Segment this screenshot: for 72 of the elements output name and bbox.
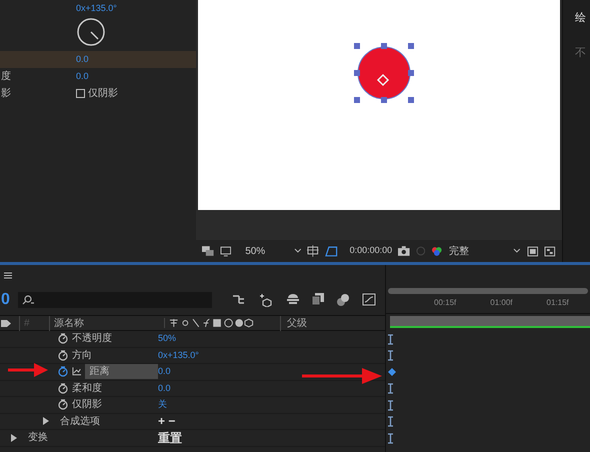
property-value[interactable]: 50%: [158, 332, 176, 346]
property-name[interactable]: 柔和度: [72, 380, 102, 396]
column-header: #: [19, 316, 49, 330]
zoom-dropdown[interactable]: 50%: [245, 244, 288, 258]
angle-dial[interactable]: [76, 17, 106, 47]
property-value[interactable]: + −: [158, 412, 176, 430]
layer-stack-icon[interactable]: [286, 293, 300, 305]
motion-blur-icon[interactable]: [336, 293, 350, 307]
caret-icon[interactable]: [294, 248, 302, 254]
property-value[interactable]: 0.0: [158, 382, 171, 395]
region-of-interest-icon[interactable]: [526, 246, 538, 256]
property-value[interactable]: 0x+135.0°: [158, 348, 199, 362]
i-beam-marker-icon: [388, 400, 393, 411]
property-value[interactable]: 0.0: [76, 52, 89, 66]
collapsed-triangle-icon[interactable]: [10, 434, 18, 442]
monitor-icon[interactable]: [220, 246, 232, 256]
panel-menu-icon[interactable]: [4, 272, 12, 278]
color-channels-icon[interactable]: [431, 245, 444, 257]
search-field[interactable]: [18, 292, 212, 308]
checkbox[interactable]: [76, 89, 85, 98]
stopwatch-icon[interactable]: [58, 382, 68, 394]
keyframe-icon[interactable]: [388, 368, 396, 376]
property-label: 影: [1, 88, 11, 99]
column-header: 源名称: [49, 316, 164, 330]
panel-title: 绘: [575, 11, 587, 26]
property-label: 度: [1, 71, 11, 82]
i-beam-marker-icon: [388, 383, 393, 394]
annotation-arrow: [8, 363, 48, 377]
property-name[interactable]: 不透明度: [72, 331, 112, 346]
collapsed-triangle-icon[interactable]: [42, 417, 50, 426]
property-value[interactable]: 重置: [158, 428, 182, 447]
property-value[interactable]: 0.0: [76, 70, 89, 84]
search-icon: [21, 295, 35, 305]
property-value[interactable]: 0.0: [158, 365, 171, 378]
mask-outline-icon[interactable]: [325, 245, 338, 257]
timecode[interactable]: 0: [0, 288, 12, 312]
cube-sparkle-icon[interactable]: [258, 293, 274, 307]
stopwatch-icon[interactable]: [58, 350, 68, 361]
flowchart-icon[interactable]: [232, 293, 246, 305]
checkbox-label: 仅阴影: [88, 87, 118, 101]
group-name[interactable]: 合成选项: [60, 414, 100, 429]
i-beam-marker-icon: [388, 334, 393, 345]
property-name[interactable]: 仅阴影: [72, 397, 102, 412]
always-preview-icon[interactable]: [202, 246, 214, 256]
caret-icon[interactable]: [513, 248, 521, 254]
stopwatch-icon[interactable]: [58, 366, 68, 378]
property-value[interactable]: 关: [158, 398, 167, 412]
panel-text: 不: [575, 46, 587, 60]
i-beam-marker-icon: [388, 350, 393, 362]
ruler-label: 01:00f: [490, 297, 512, 309]
ruler-label: 01:15f: [546, 297, 569, 309]
label-tag-icon: [1, 318, 11, 328]
grid-guides-icon[interactable]: [307, 245, 320, 257]
property-name[interactable]: 距离: [85, 364, 158, 380]
transparency-grid-icon[interactable]: [544, 246, 556, 256]
graph-icon[interactable]: [72, 367, 82, 376]
i-beam-marker-icon: [388, 432, 393, 444]
resolution-dropdown[interactable]: 完整: [449, 244, 508, 258]
timecode[interactable]: 0:00:00:00: [350, 244, 392, 258]
column-header: 父级: [280, 316, 307, 330]
group-name[interactable]: 变换: [28, 430, 48, 446]
frames-icon[interactable]: [312, 293, 324, 305]
ruler-label: 00:15f: [434, 297, 456, 309]
stopwatch-icon[interactable]: [58, 399, 68, 410]
camera-icon[interactable]: [398, 246, 410, 256]
property-row[interactable]: 0.0: [0, 51, 196, 68]
graph-editor-icon[interactable]: [362, 293, 376, 306]
property-name[interactable]: 方向: [72, 348, 92, 363]
direction-value[interactable]: 0x+135.0°: [76, 3, 117, 13]
stopwatch-icon[interactable]: [58, 333, 68, 344]
circle-layer-drawing[interactable]: [353, 42, 415, 104]
i-beam-marker-icon: [388, 416, 393, 428]
